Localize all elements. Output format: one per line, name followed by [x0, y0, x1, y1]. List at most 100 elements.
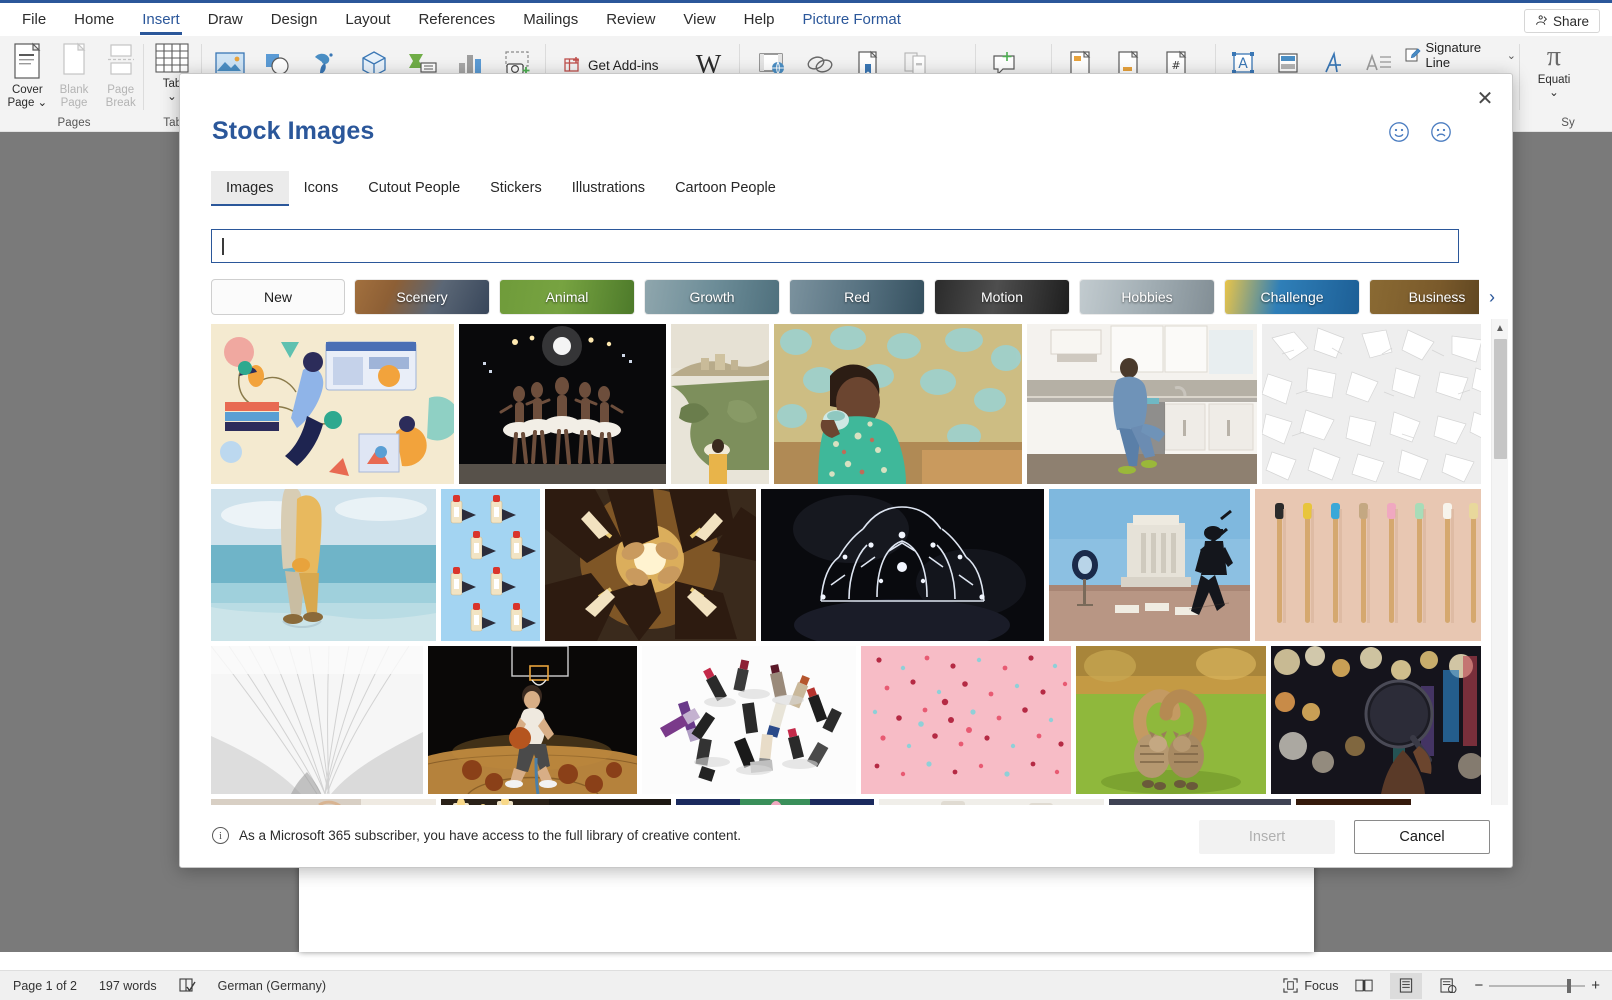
read-mode-button[interactable] — [1348, 973, 1380, 999]
image-tile-bottle-pattern-blue[interactable] — [441, 489, 540, 641]
image-tile-couple-on-beach[interactable] — [211, 489, 436, 641]
focus-button[interactable]: Focus — [1283, 973, 1338, 999]
ribbon-tab-review[interactable]: Review — [592, 4, 669, 36]
chevron-down-icon: ⌄ — [1549, 86, 1559, 99]
image-tile-tomb-guard-marching[interactable] — [1049, 489, 1250, 641]
zoom-thumb[interactable] — [1567, 978, 1572, 993]
image-tile-confetti-on-pink[interactable] — [861, 646, 1071, 794]
ribbon-tab-strip: File Home Insert Draw Design Layout Refe… — [0, 3, 1612, 36]
zoom-track[interactable] — [1489, 978, 1586, 993]
image-tile-open-book-pages[interactable] — [211, 646, 423, 794]
image-tile-magnifier-city-bokeh[interactable] — [1271, 646, 1481, 794]
tab-illustrations[interactable]: Illustrations — [557, 171, 660, 206]
chip-label: Motion — [980, 289, 1024, 305]
ribbon-tab-references[interactable]: References — [404, 4, 509, 36]
ribbon-tab-design[interactable]: Design — [257, 4, 332, 36]
ribbon-tab-layout[interactable]: Layout — [331, 4, 404, 36]
image-tile-lipstick-collection[interactable] — [642, 646, 856, 794]
chip-animal[interactable]: Animal — [499, 279, 635, 315]
image-grid-row — [211, 324, 1481, 484]
dialog-title: Stock Images — [212, 117, 375, 145]
tile-art — [1049, 489, 1250, 641]
chip-hobbies[interactable]: Hobbies — [1079, 279, 1215, 315]
image-tile-bamboo-toothbrushes[interactable] — [1255, 489, 1481, 641]
search-input[interactable] — [223, 238, 1448, 254]
language-indicator[interactable]: German (Germany) — [218, 979, 326, 993]
ribbon-tab-draw[interactable]: Draw — [194, 4, 257, 36]
ribbon-tab-mailings[interactable]: Mailings — [509, 4, 592, 36]
tab-cutout-people[interactable]: Cutout People — [353, 171, 475, 206]
share-button[interactable]: Share — [1523, 9, 1600, 33]
web-layout-button[interactable] — [1432, 973, 1464, 999]
get-addins-icon — [564, 56, 582, 74]
image-tile-white-paper-texture[interactable] — [1262, 324, 1481, 484]
ribbon-tab-insert[interactable]: Insert — [128, 4, 194, 36]
chip-growth[interactable]: Growth — [644, 279, 780, 315]
tile-art — [861, 646, 1071, 794]
image-results-grid[interactable] — [211, 324, 1481, 824]
ribbon-tab-help[interactable]: Help — [730, 4, 789, 36]
ribbon-tab-home[interactable]: Home — [60, 4, 128, 36]
image-tile-basketball-player[interactable] — [428, 646, 637, 794]
search-box[interactable] — [211, 229, 1459, 263]
dialog-tabs: Images Icons Cutout People Stickers Illu… — [211, 171, 791, 206]
signature-line-label: Signature Line — [1425, 40, 1482, 70]
chip-red[interactable]: Red — [789, 279, 925, 315]
ribbon-tab-picture-format[interactable]: Picture Format — [789, 4, 915, 36]
print-layout-button[interactable] — [1390, 972, 1423, 999]
table-icon — [153, 42, 191, 76]
image-tile-cats-forming-heart[interactable] — [1076, 646, 1266, 794]
chip-new[interactable]: New — [211, 279, 345, 315]
cancel-button[interactable]: Cancel — [1354, 820, 1490, 854]
image-tile-person-in-kitchen[interactable] — [1027, 324, 1257, 484]
signature-line-button[interactable]: Signature Line ⌄ — [1401, 40, 1520, 70]
tile-art — [1255, 489, 1481, 641]
image-tile-woman-drinking-coffee[interactable] — [774, 324, 1022, 484]
chip-scenery[interactable]: Scenery — [354, 279, 490, 315]
image-grid-row — [211, 489, 1481, 641]
tile-art — [1262, 324, 1481, 484]
ribbon-tab-view[interactable]: View — [669, 4, 729, 36]
zoom-in-button[interactable]: + — [1591, 977, 1600, 994]
stock-images-dialog[interactable]: ✕ Stock Images Images Icons Cutout Peopl… — [179, 73, 1513, 868]
image-tile-hands-together-sunburst[interactable] — [545, 489, 756, 641]
chevron-right-icon[interactable]: › — [1480, 284, 1504, 310]
tab-stickers[interactable]: Stickers — [475, 171, 557, 206]
image-tile-ballet-dancers-stage[interactable] — [459, 324, 666, 484]
chip-challenge[interactable]: Challenge — [1224, 279, 1360, 315]
tile-art — [1076, 646, 1266, 794]
tab-images[interactable]: Images — [211, 171, 289, 206]
image-grid-row — [211, 646, 1481, 794]
cover-page-icon — [10, 42, 44, 82]
share-label: Share — [1552, 13, 1589, 29]
chip-motion[interactable]: Motion — [934, 279, 1070, 315]
tab-icons[interactable]: Icons — [289, 171, 354, 206]
tile-art — [211, 646, 423, 794]
blank-page-label: Blank Page — [59, 84, 89, 109]
results-scrollbar[interactable]: ▲ ▼ — [1491, 319, 1508, 844]
svg-text:A: A — [1238, 56, 1248, 72]
ribbon-tab-file[interactable]: File — [8, 4, 60, 36]
scrollbar-thumb[interactable] — [1494, 339, 1507, 459]
subscriber-note-text: As a Microsoft 365 subscriber, you have … — [239, 828, 741, 843]
frown-face-icon[interactable] — [1430, 121, 1452, 143]
cover-page-label: Cover Page ⌄ — [7, 84, 48, 109]
chip-business[interactable]: Business — [1369, 279, 1479, 315]
tab-cartoon-people[interactable]: Cartoon People — [660, 171, 791, 206]
insert-button[interactable]: Insert — [1199, 820, 1335, 854]
word-count[interactable]: 197 words — [99, 979, 157, 993]
signature-line-icon — [1405, 47, 1421, 63]
zoom-out-button[interactable]: − — [1474, 977, 1483, 994]
close-icon[interactable]: ✕ — [1468, 83, 1502, 113]
image-tile-illustration-people-ideas[interactable] — [211, 324, 454, 484]
image-tile-hilltop-village-traveler[interactable] — [671, 324, 769, 484]
equation-icon: π — [1546, 41, 1562, 72]
page-indicator[interactable]: Page 1 of 2 — [13, 979, 77, 993]
smile-face-icon[interactable] — [1388, 121, 1410, 143]
info-icon: i — [212, 827, 229, 844]
proofing-icon[interactable] — [179, 978, 196, 993]
zoom-slider[interactable]: − + — [1474, 977, 1600, 994]
chevron-up-icon[interactable]: ▲ — [1492, 319, 1508, 337]
chip-label: Challenge — [1260, 289, 1324, 305]
image-tile-crown-on-cushion[interactable] — [761, 489, 1044, 641]
